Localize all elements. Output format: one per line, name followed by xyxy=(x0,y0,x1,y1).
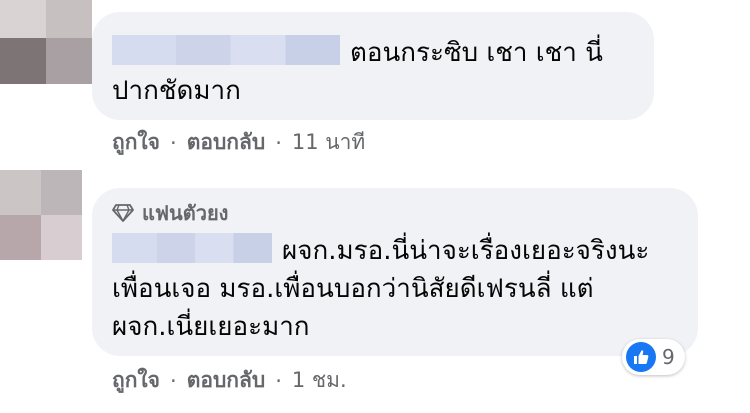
diamond-icon xyxy=(112,204,134,222)
reaction-count: 9 xyxy=(662,345,675,369)
avatar[interactable] xyxy=(0,0,92,84)
separator: · xyxy=(170,368,177,393)
comment-bubble: แฟนตัวยง ผจก.มรอ.นี่น่าจะเรื่องเยอะจริงน… xyxy=(92,188,698,356)
like-button[interactable]: ถูกใจ xyxy=(112,126,160,159)
timestamp[interactable]: 1 ชม. xyxy=(292,364,347,397)
reply-button[interactable]: ตอบกลับ xyxy=(187,126,266,159)
reply-button[interactable]: ตอบกลับ xyxy=(187,364,266,397)
reaction-summary[interactable]: 9 xyxy=(622,339,685,375)
timestamp[interactable]: 11 นาที xyxy=(292,126,365,159)
comment-body: ตอนกระซิบ เชา เชา นี่ ปากชัดมาก xyxy=(112,34,634,110)
redacted-commenter-name[interactable] xyxy=(112,232,272,263)
comment-actions: ถูกใจ · ตอบกลับ · 1 ชม. xyxy=(112,364,347,397)
separator: · xyxy=(275,368,282,393)
comment-actions: ถูกใจ · ตอบกลับ · 11 นาที xyxy=(112,126,365,159)
top-fan-badge[interactable]: แฟนตัวยง xyxy=(112,198,678,228)
like-icon xyxy=(626,342,656,372)
comment-body: ผจก.มรอ.นี่น่าจะเรื่องเยอะจริงนะ เพื่อนเ… xyxy=(112,232,678,346)
avatar[interactable] xyxy=(0,170,82,260)
comment-thread: ตอนกระซิบ เชา เชา นี่ ปากชัดมาก ถูกใจ · … xyxy=(0,0,750,413)
redacted-commenter-name[interactable] xyxy=(112,34,340,65)
badge-label: แฟนตัวยง xyxy=(142,201,229,225)
comment-bubble: ตอนกระซิบ เชา เชา นี่ ปากชัดมาก xyxy=(92,12,654,120)
separator: · xyxy=(275,130,282,155)
separator: · xyxy=(170,130,177,155)
like-button[interactable]: ถูกใจ xyxy=(112,364,160,397)
